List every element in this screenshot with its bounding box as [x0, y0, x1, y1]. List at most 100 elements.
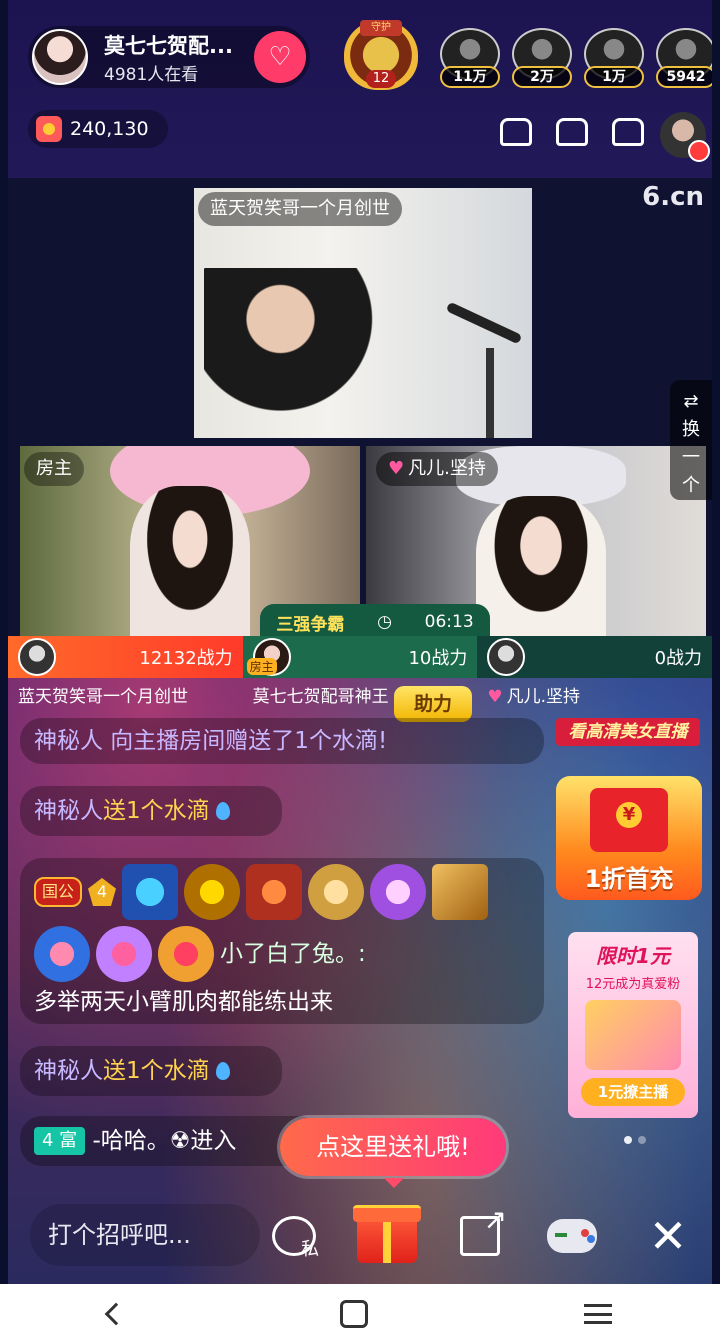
fan-contribution: 1万 — [584, 66, 644, 88]
fan-promo-title: 限时1元 — [596, 944, 670, 968]
guard-badge[interactable]: 守护 12 — [344, 20, 418, 90]
first-recharge-label: 1折首充 — [584, 865, 674, 893]
fan-contribution: 2万 — [512, 66, 572, 88]
gift-prompt-bubble[interactable]: 点这里送礼哦! — [280, 1118, 506, 1188]
chat-text: -哈哈。☢进入 — [92, 1128, 237, 1154]
top-fan[interactable]: 11万 — [440, 28, 500, 88]
chat-text: 送1个水滴 — [103, 1058, 210, 1084]
carousel-dots — [624, 1136, 646, 1144]
chat-message: 4 富 -哈哈。☢进入 — [20, 1116, 320, 1166]
hd-promo-banner[interactable]: 看高清美女直播 — [556, 718, 700, 746]
player-avatar — [18, 638, 56, 676]
live-room: 莫七七贺配... 4981人在看 ♡ 守护 12 11万 2万 1万 5942 … — [8, 0, 712, 1284]
share-button[interactable] — [452, 1203, 508, 1264]
switch-room-button[interactable]: ⇄ 换 一 个 — [670, 380, 712, 500]
player-name-text: 凡儿.坚持 — [506, 687, 580, 707]
chat-message: 神秘人送1个水滴 — [20, 1046, 282, 1096]
top-fan[interactable]: 5942 — [656, 28, 712, 88]
chat-user[interactable]: 小了白了兔。: — [220, 926, 366, 982]
chat-input[interactable]: 打个招呼吧... — [30, 1204, 260, 1266]
back-icon[interactable] — [104, 1302, 128, 1326]
battle-timer: 06:13 — [424, 612, 474, 632]
host-tag: 房主 — [246, 658, 277, 675]
follow-button[interactable]: ♡ — [254, 31, 306, 83]
fan-promo-button[interactable]: 1元撩主播 — [581, 1078, 685, 1106]
seat-user-avatar[interactable] — [660, 112, 710, 162]
gift-badge-icon — [688, 140, 710, 162]
wealth-badge: 4 富 — [34, 1127, 86, 1155]
chat-message: 神秘人送1个水滴 — [20, 786, 282, 836]
sofa-seat-icon[interactable] — [612, 118, 644, 146]
seat-list — [500, 118, 644, 146]
top-fans-list: 11万 2万 1万 5942 — [440, 28, 712, 88]
fan-promo-subtitle: 12元成为真爱粉 — [585, 977, 681, 992]
game-button[interactable] — [544, 1208, 600, 1264]
help-boost-button[interactable]: 助力 — [394, 686, 472, 722]
player-score: 10战力 — [408, 648, 468, 669]
fist-badge-icon — [246, 864, 303, 920]
red-envelope-icon — [590, 788, 668, 852]
gift-button[interactable] — [353, 1198, 421, 1266]
noble-badge: 国公 — [34, 877, 83, 907]
heart-cards-icon — [585, 1000, 681, 1070]
video-right-name: 凡儿.坚持 — [408, 458, 486, 479]
fan-club-promo[interactable]: 限时1元 12元成为真爱粉 1元撩主播 — [568, 932, 698, 1118]
gift-box-icon — [353, 1205, 421, 1263]
video-area: 6.cn 蓝天贺笑哥一个月创世 房主 ♥ 凡儿.坚持 — [8, 178, 712, 638]
battle-player[interactable]: 0战力 — [477, 636, 712, 678]
host-info[interactable]: 莫七七贺配... 4981人在看 ♡ — [28, 26, 310, 88]
vip-badge-icon — [184, 864, 241, 920]
share-icon — [460, 1203, 507, 1256]
top-fan[interactable]: 1万 — [584, 28, 644, 88]
love-badge-icon — [158, 926, 214, 982]
battle-bar: 12132战力 房主 10战力 0战力 — [8, 636, 712, 678]
viewer-count: 4981人在看 — [104, 65, 199, 85]
chat-bubble-icon: 私 — [272, 1216, 319, 1260]
host-name: 莫七七贺配... — [104, 34, 233, 58]
sofa-seat-icon[interactable] — [500, 118, 532, 146]
chat-user[interactable]: 神秘人 — [34, 1058, 103, 1084]
player-score: 0战力 — [654, 648, 703, 669]
battle-player[interactable]: 房主 10战力 — [242, 636, 478, 678]
system-nav-bar — [0, 1284, 720, 1344]
coin-icon — [36, 116, 62, 142]
sofa-seat-icon[interactable] — [556, 118, 588, 146]
close-button[interactable]: ✕ — [640, 1208, 696, 1264]
dot — [638, 1136, 646, 1144]
chat-user[interactable]: 神秘人 — [34, 798, 103, 824]
streamer-image — [130, 486, 250, 638]
battle-player[interactable]: 12132战力 — [8, 636, 243, 678]
video-top[interactable]: 蓝天贺笑哥一个月创世 — [194, 188, 532, 438]
private-chat-button[interactable]: 私 — [266, 1208, 322, 1264]
streamer-image — [204, 268, 374, 438]
host-avatar[interactable] — [32, 29, 88, 85]
user-badges: 国公 4 小了白了兔。: — [34, 864, 530, 982]
star-badge-icon — [122, 864, 179, 920]
water-drop-icon — [215, 1062, 230, 1080]
fan-contribution: 5942 — [656, 66, 712, 88]
video-right-label: ♥ 凡儿.坚持 — [376, 452, 498, 486]
bottom-toolbar: 打个招呼吧... 私 ✕ — [8, 1186, 712, 1284]
watermark-logo: 6.cn — [642, 182, 704, 212]
menu-icon[interactable] — [584, 1304, 612, 1324]
chat-text: 多举两天小臂肌肉都能练出来 — [34, 989, 333, 1015]
player-name: ♥ 凡儿.坚持 — [477, 678, 712, 718]
planet-badge-icon — [370, 864, 427, 920]
guard-label: 守护 — [360, 20, 402, 36]
heart-plus-icon: ♡ — [268, 42, 292, 72]
top-fan[interactable]: 2万 — [512, 28, 572, 88]
private-label: 私 — [301, 1239, 319, 1260]
chat-message: 国公 4 小了白了兔。: 多举两天小臂肌肉都能练出来 — [20, 858, 544, 1024]
coin-counter[interactable]: 240,130 — [28, 110, 168, 148]
level-badge: 4 — [88, 878, 117, 906]
streamer-image — [476, 496, 606, 638]
player-score: 12132战力 — [139, 648, 233, 669]
microphone-image — [445, 301, 523, 345]
player-name: 蓝天贺笑哥一个月创世 — [18, 687, 188, 707]
home-icon[interactable] — [340, 1300, 368, 1328]
battle-header: 三强争霸 ◷ 06:13 — [260, 604, 490, 640]
mic-stand-image — [486, 348, 494, 438]
first-recharge-promo[interactable]: 1折首充 — [556, 776, 702, 900]
battle-title: 三强争霸 — [276, 614, 345, 635]
fan-contribution: 11万 — [440, 66, 500, 88]
